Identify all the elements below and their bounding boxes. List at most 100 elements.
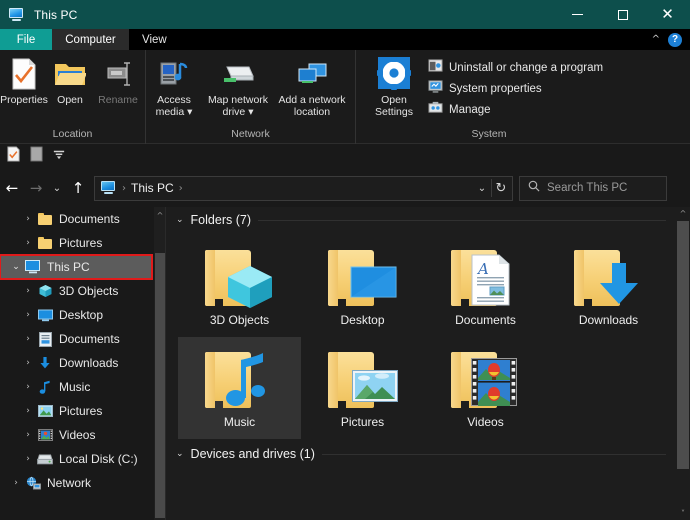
nav-item-pictures-quick[interactable]: › Pictures bbox=[0, 231, 166, 255]
uninstall-or-change-a-program-item[interactable]: Uninstall or change a program bbox=[426, 57, 603, 78]
map-network-drive-button[interactable]: Map network drive ▾ bbox=[202, 55, 274, 118]
tile-videos[interactable]: Videos bbox=[424, 337, 547, 439]
title-bar: This PC ✕ bbox=[0, 0, 690, 29]
tab-file[interactable]: File bbox=[0, 29, 52, 50]
local-disk-icon bbox=[36, 453, 54, 466]
nav-item-videos[interactable]: › Videos bbox=[0, 423, 166, 447]
tile-music[interactable]: Music bbox=[178, 337, 301, 439]
properties-button[interactable]: Properties bbox=[0, 55, 48, 106]
nav-item-3d-objects[interactable]: › 3D Objects bbox=[0, 279, 166, 303]
music-icon bbox=[36, 380, 54, 395]
system-properties-item[interactable]: System properties bbox=[426, 78, 603, 99]
content-scroll-up-button[interactable]: ^ bbox=[676, 207, 690, 220]
tile-downloads[interactable]: Downloads bbox=[547, 235, 670, 337]
refresh-button[interactable]: ↻ bbox=[492, 176, 510, 200]
documents-icon bbox=[36, 331, 54, 347]
expander-icon[interactable]: ⌄ bbox=[8, 262, 24, 272]
expander-icon[interactable]: › bbox=[20, 454, 36, 464]
expander-icon[interactable]: › bbox=[20, 310, 36, 320]
nav-item-network[interactable]: › Network bbox=[0, 471, 166, 495]
section-header-folders[interactable]: ⌄ Folders (7) bbox=[166, 207, 690, 233]
downloads-icon bbox=[36, 356, 54, 370]
qat-new-folder-icon[interactable] bbox=[30, 146, 43, 167]
map-network-drive-icon bbox=[221, 57, 255, 91]
nav-item-this-pc[interactable]: ⌄ This PC bbox=[0, 254, 153, 280]
nav-item-label: Pictures bbox=[59, 404, 103, 418]
qat-properties-icon[interactable] bbox=[6, 146, 21, 167]
nav-item-label: This PC bbox=[47, 260, 90, 274]
nav-item-downloads[interactable]: › Downloads bbox=[0, 351, 166, 375]
up-button[interactable]: ↑ bbox=[66, 176, 90, 200]
maximize-button[interactable] bbox=[600, 0, 645, 29]
content-scrollbar-thumb[interactable] bbox=[677, 221, 689, 469]
nav-item-label: Documents bbox=[59, 212, 120, 226]
desktop-folder-icon bbox=[326, 241, 400, 313]
nav-item-label: 3D Objects bbox=[59, 284, 119, 298]
manage-item[interactable]: Manage bbox=[426, 99, 603, 120]
file-explorer-window: This PC ✕ File Computer View ^ ? Propert… bbox=[0, 0, 690, 520]
breadcrumb-separator: › bbox=[122, 182, 126, 194]
tile-pictures[interactable]: Pictures bbox=[301, 337, 424, 439]
chevron-up-icon[interactable]: ^ bbox=[652, 34, 660, 45]
forward-button[interactable]: → bbox=[24, 176, 48, 200]
content-scrollbar[interactable]: ^ ˅ bbox=[676, 207, 690, 520]
ribbon-group-location: Properties Open Rename Location bbox=[0, 50, 146, 144]
access-media-button[interactable]: Access media ▾ bbox=[146, 55, 202, 118]
open-settings-button[interactable]: Open Settings bbox=[366, 55, 422, 118]
search-placeholder: Search This PC bbox=[547, 182, 628, 194]
breadcrumb-item-this-pc[interactable]: This PC bbox=[131, 181, 174, 195]
access-media-icon bbox=[158, 57, 190, 91]
customize-dropdown-icon[interactable] bbox=[52, 147, 66, 166]
expander-icon[interactable]: › bbox=[8, 478, 24, 488]
help-question-icon[interactable]: ? bbox=[668, 32, 682, 47]
nav-scrollbar-thumb[interactable] bbox=[155, 253, 165, 518]
chevron-down-icon[interactable]: ⌄ bbox=[176, 215, 184, 225]
back-button[interactable]: ← bbox=[0, 176, 24, 200]
open-settings-label-line1: Open bbox=[381, 94, 407, 106]
nav-item-documents-quick[interactable]: › Documents bbox=[0, 207, 166, 231]
address-dropdown-button[interactable]: ⌄ bbox=[473, 176, 491, 200]
tile-label: Music bbox=[223, 415, 256, 429]
3d-objects-icon bbox=[36, 284, 54, 298]
tile-label: Documents bbox=[455, 313, 516, 327]
expander-icon[interactable]: › bbox=[20, 430, 36, 440]
tile-desktop[interactable]: Desktop bbox=[301, 235, 424, 337]
rename-button[interactable]: Rename bbox=[92, 55, 144, 106]
system-properties-icon bbox=[428, 79, 443, 99]
expander-icon[interactable]: › bbox=[20, 238, 36, 248]
nav-item-label: Pictures bbox=[59, 236, 103, 250]
minimize-button[interactable] bbox=[555, 0, 600, 29]
chevron-down-icon[interactable]: ⌄ bbox=[176, 449, 184, 459]
section-header-devices-and-drives[interactable]: ⌄ Devices and drives (1) bbox=[166, 441, 690, 467]
tile-documents[interactable]: A Documents bbox=[424, 235, 547, 337]
nav-item-music[interactable]: › Music bbox=[0, 375, 166, 399]
add-network-location-button[interactable]: Add a network location bbox=[274, 55, 350, 118]
close-icon: ✕ bbox=[661, 5, 674, 23]
open-button[interactable]: Open bbox=[48, 55, 92, 106]
content-scroll-down-button[interactable]: ˅ bbox=[676, 507, 690, 520]
expander-icon[interactable]: › bbox=[20, 334, 36, 344]
breadcrumb-separator[interactable]: › bbox=[174, 183, 188, 194]
tile-3d-objects[interactable]: 3D Objects bbox=[178, 235, 301, 337]
videos-folder-icon bbox=[449, 343, 523, 415]
pictures-icon bbox=[36, 404, 54, 418]
recent-locations-button[interactable]: ⌄ bbox=[48, 176, 66, 200]
nav-item-local-disk-c[interactable]: › Local Disk (C:) bbox=[0, 447, 166, 471]
expander-icon[interactable]: › bbox=[20, 382, 36, 392]
nav-item-label: Desktop bbox=[59, 308, 104, 322]
close-button[interactable]: ✕ bbox=[645, 0, 690, 29]
tab-computer[interactable]: Computer bbox=[52, 29, 129, 50]
expander-icon[interactable]: › bbox=[20, 286, 36, 296]
map-network-drive-label: Map network drive ▾ bbox=[207, 94, 269, 118]
nav-item-pictures[interactable]: › Pictures bbox=[0, 399, 166, 423]
expander-icon[interactable]: › bbox=[20, 358, 36, 368]
tab-view[interactable]: View bbox=[129, 29, 180, 50]
access-media-label: Access media ▾ bbox=[155, 94, 193, 118]
nav-item-documents[interactable]: › Documents bbox=[0, 327, 166, 351]
expander-icon[interactable]: › bbox=[20, 214, 36, 224]
nav-item-desktop[interactable]: › Desktop bbox=[0, 303, 166, 327]
search-box[interactable]: Search This PC bbox=[519, 175, 667, 201]
window-title: This PC bbox=[34, 7, 78, 22]
address-breadcrumb-box[interactable]: › This PC › ⌄ ↻ bbox=[94, 175, 513, 201]
expander-icon[interactable]: › bbox=[20, 406, 36, 416]
